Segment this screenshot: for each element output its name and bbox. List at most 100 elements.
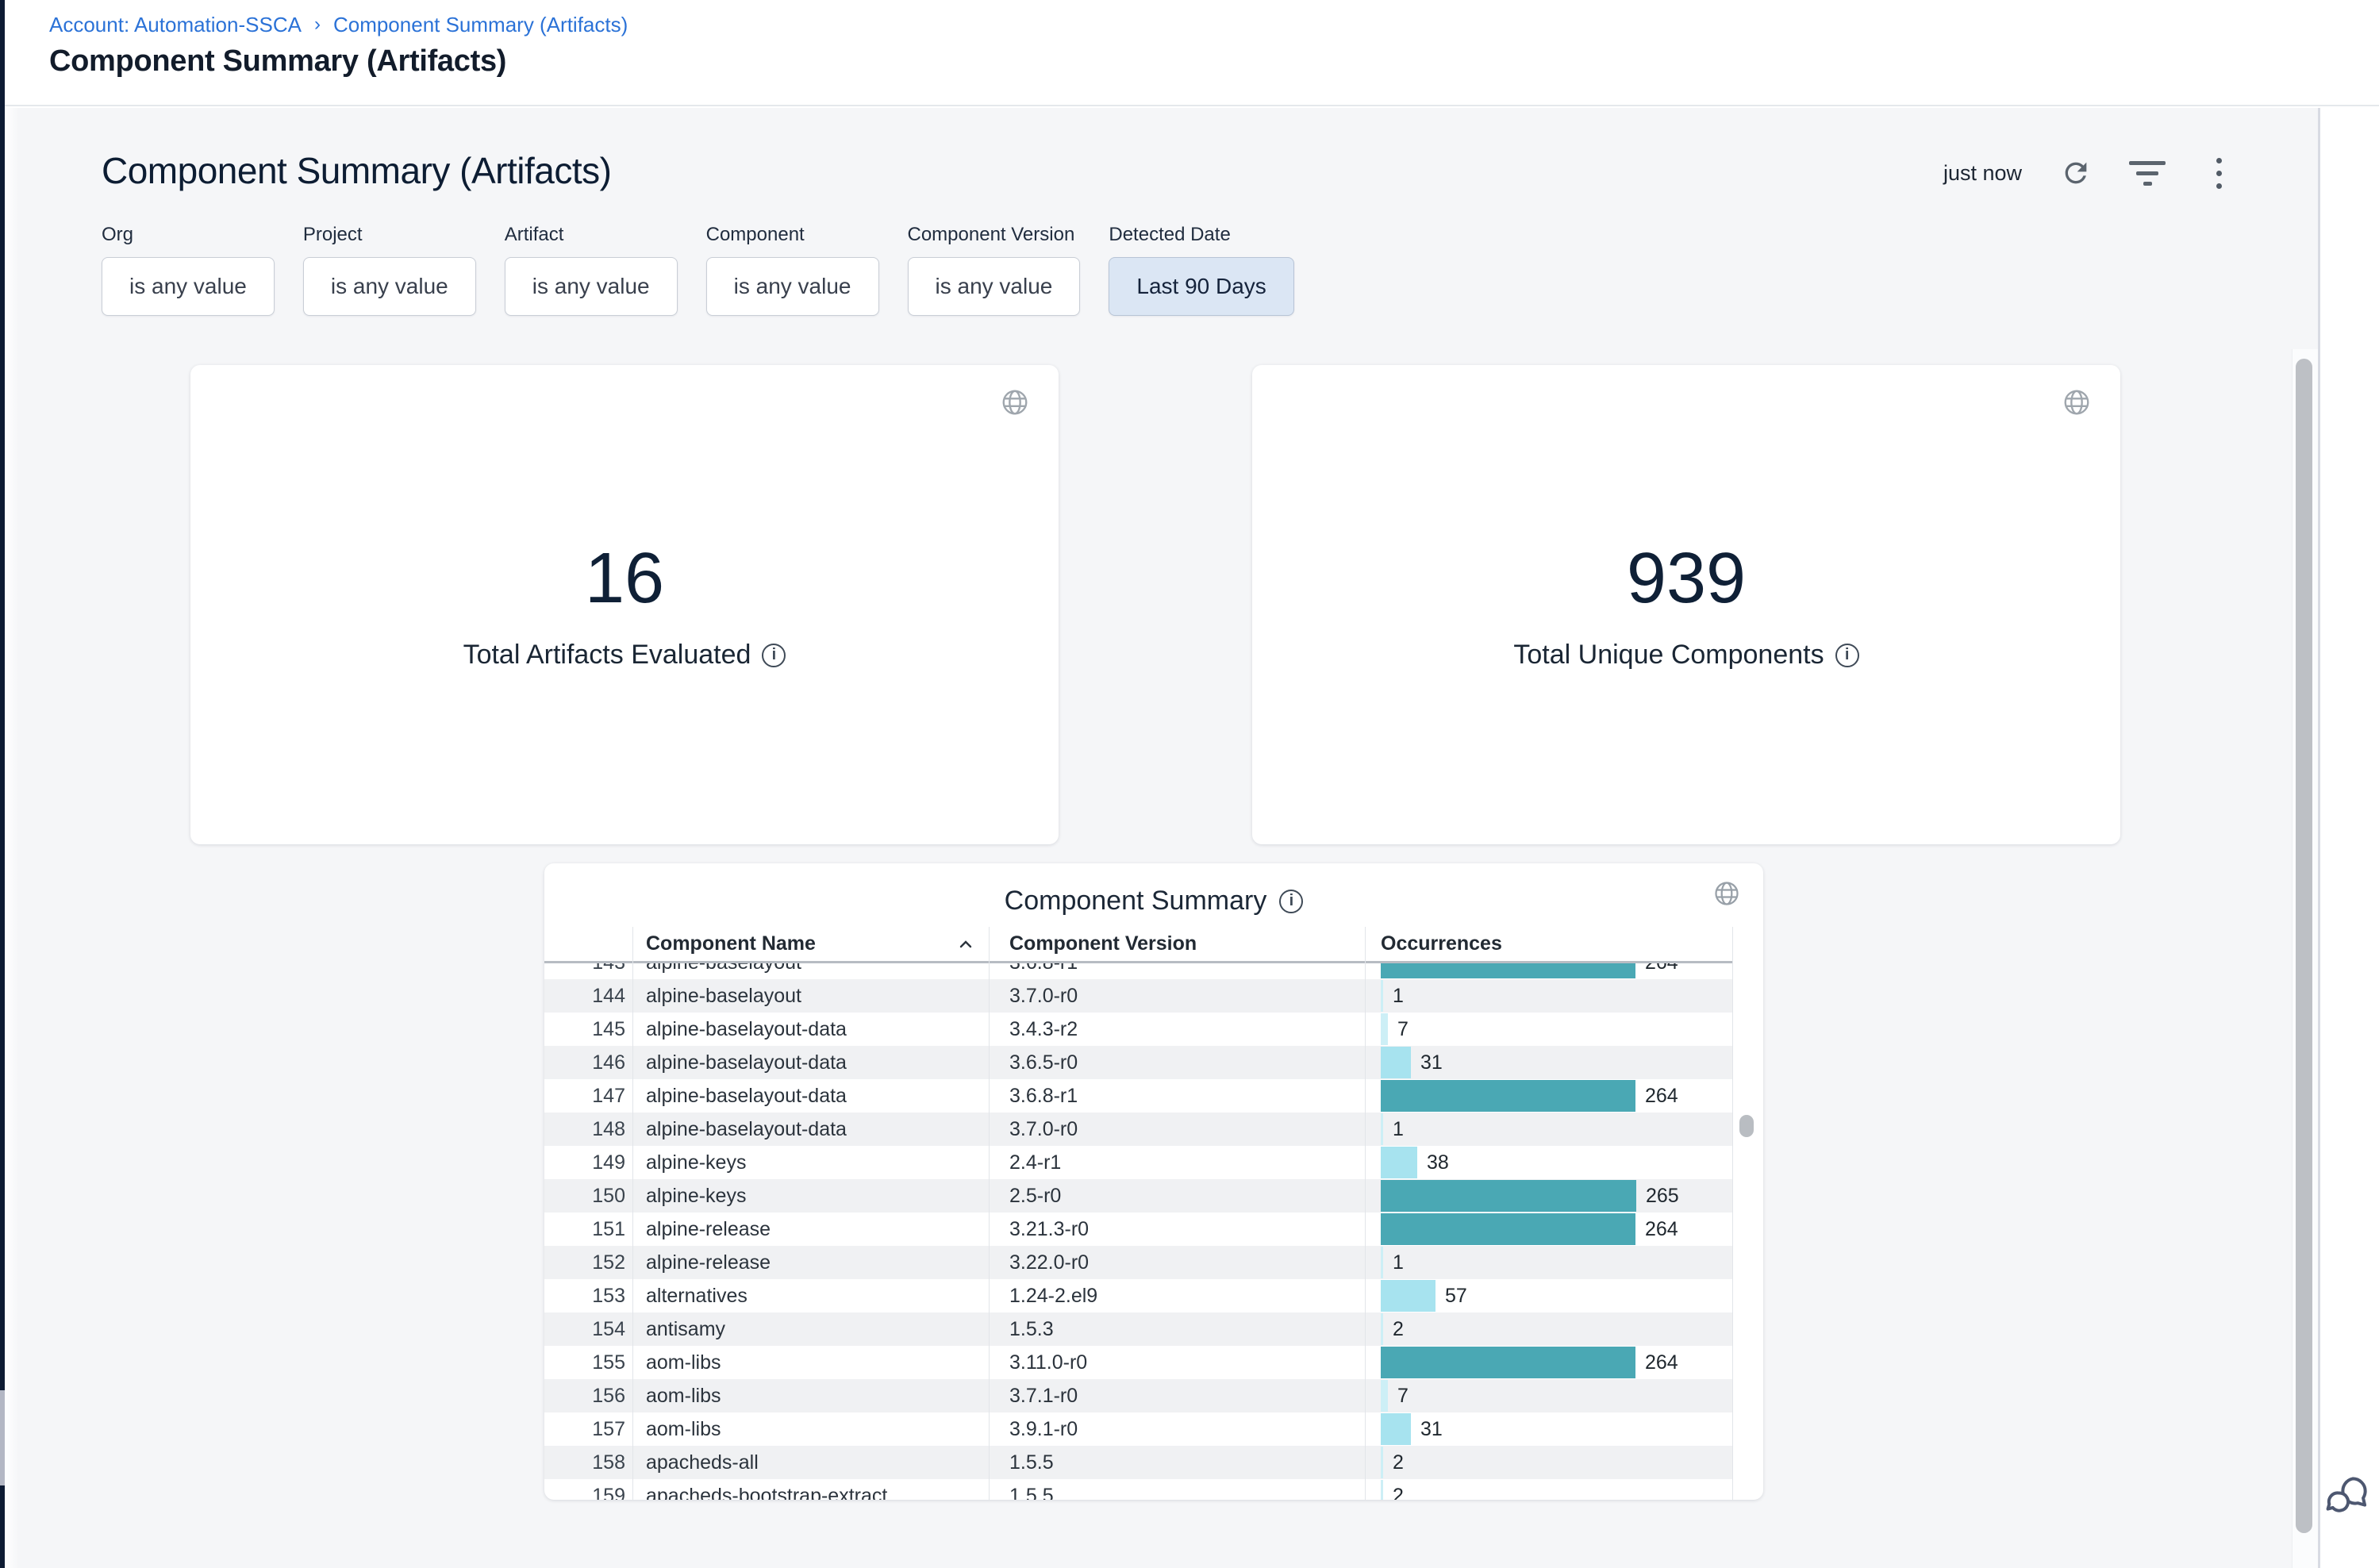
info-icon[interactable]: i [1835,644,1859,667]
refresh-button[interactable] [2058,156,2093,190]
occurrences-bar [1381,1013,1388,1045]
cell-row-number: 146 [544,1046,625,1079]
occurrences-bar [1381,1380,1388,1412]
cell-occurrences-value: 264 [1645,963,1678,979]
column-header-component-version[interactable]: Component Version [1009,927,1197,961]
cell-occurrences-value: 31 [1420,1046,1443,1079]
table-title-row: Component Summary i [544,886,1763,917]
page-scrollbar-thumb[interactable] [2296,359,2312,1533]
filter-label: Org [102,224,275,246]
occurrences-bar [1381,1413,1411,1445]
occurrences-bar [1381,980,1383,1012]
table-row: 145alpine-baselayout-data3.4.3-r27 [544,1013,1732,1046]
cell-component-name: aom-libs [646,1412,721,1446]
cell-component-version: 2.5-r0 [1009,1179,1061,1213]
filter-label: Component [706,224,879,246]
table-row: 156aom-libs3.7.1-r07 [544,1379,1732,1412]
occurrences-bar [1381,1213,1635,1245]
stat-card-total-unique-components: 939 Total Unique Components i [1252,365,2120,844]
refresh-icon [2060,157,2092,189]
cell-row-number: 155 [544,1346,625,1379]
cell-occurrences-value: 264 [1645,1213,1678,1246]
occurrences-bar [1381,1180,1636,1212]
left-nav-scrollbar-thumb[interactable] [0,1390,5,1485]
table-row: 151alpine-release3.21.3-r0264 [544,1213,1732,1246]
cell-row-number: 154 [544,1312,625,1346]
filter-value-button-component[interactable]: is any value [706,257,879,316]
column-divider [989,927,990,1500]
filter-group-component-version: Component Version is any value [908,224,1081,316]
filter-value-button-detected-date[interactable]: Last 90 Days [1109,257,1293,316]
cell-occurrences-value: 7 [1397,1379,1409,1412]
info-icon[interactable]: i [762,644,786,667]
breadcrumb-account-link[interactable]: Account: Automation-SSCA [49,13,302,37]
cell-component-version: 3.7.0-r0 [1009,1113,1078,1146]
cell-occurrences-value: 265 [1646,1179,1679,1213]
cell-component-name: apacheds-all [646,1446,759,1479]
cell-row-number: 156 [544,1379,625,1412]
cell-component-version: 2.4-r1 [1009,1146,1061,1179]
cell-component-version: 3.6.8-r1 [1009,1079,1078,1113]
table-row: 155 aom-libs 3.11.0-r0 264 [544,1346,1732,1379]
occurrences-bar [1381,1347,1635,1378]
cell-occurrences-value: 1 [1393,1246,1404,1279]
filter-value-button-artifact[interactable]: is any value [505,257,678,316]
stat-label-row: Total Artifacts Evaluated i [190,640,1059,671]
dashboard-actions-button[interactable] [2201,156,2236,190]
cell-component-name: antisamy [646,1312,725,1346]
table-row: 144alpine-baselayout3.7.0-r01 [544,979,1732,1013]
cell-component-name: aom-libs [646,1379,721,1412]
table-row: 153alternatives1.24-2.el957 [544,1279,1732,1312]
stat-label-row: Total Unique Components i [1252,640,2120,671]
cell-component-version: 3.9.1-r0 [1009,1412,1078,1446]
chat-help-button[interactable] [2322,1470,2374,1522]
cell-occurrences-value: 264 [1645,1346,1678,1379]
sort-asc-icon[interactable] [956,935,975,954]
cell-component-name: alpine-keys [646,1179,746,1213]
occurrences-bar [1381,1080,1635,1112]
cell-occurrences-value: 38 [1427,1146,1449,1179]
filter-group-org: Org is any value [102,224,275,316]
stat-value: 16 [190,538,1059,620]
filter-value-button-project[interactable]: is any value [303,257,476,316]
cell-row-number: 147 [544,1079,625,1113]
filter-group-detected-date: Detected Date Last 90 Days [1109,224,1293,316]
table-row: 147alpine-baselayout-data3.6.8-r1264 [544,1079,1732,1113]
cell-occurrences-value: 2 [1393,1446,1404,1479]
cell-component-version: 3.7.0-r0 [1009,979,1078,1013]
cell-occurrences-value: 1 [1393,1113,1404,1146]
cell-component-name: aom-libs [646,1346,721,1379]
occurrences-bar [1381,1147,1417,1178]
dashboard-controls: just now [1943,156,2236,190]
column-header-occurrences[interactable]: Occurrences [1381,927,1502,961]
filter-label: Artifact [505,224,678,246]
cell-component-version: 3.11.0-r0 [1009,1346,1087,1379]
filter-label: Component Version [908,224,1081,246]
column-divider [1732,927,1733,1500]
left-nav-rail [0,0,5,1568]
component-summary-table-card: Component Summary i Component Name Compo… [544,863,1763,1500]
table-row: 146alpine-baselayout-data3.6.5-r031 [544,1046,1732,1079]
filters-button[interactable] [2130,156,2165,190]
cell-occurrences-value: 7 [1397,1013,1409,1046]
breadcrumb-page-link[interactable]: Component Summary (Artifacts) [333,13,628,37]
page-scrollbar-track[interactable] [2292,349,2318,1568]
stat-label: Total Artifacts Evaluated [463,640,751,671]
table-row: 152alpine-release3.22.0-r01 [544,1246,1732,1279]
info-icon[interactable]: i [1279,890,1303,913]
cell-component-version: 1.24-2.el9 [1009,1279,1097,1312]
occurrences-bar [1381,1313,1383,1345]
cell-occurrences-value: 2 [1393,1312,1404,1346]
filter-value-button-component-version[interactable]: is any value [908,257,1081,316]
filter-group-project: Projectis any value [303,224,476,316]
cell-component-version: 3.22.0-r0 [1009,1246,1089,1279]
right-gutter [2318,108,2379,1568]
table-scrollbar-thumb[interactable] [1739,1115,1754,1137]
column-header-component-name[interactable]: Component Name [646,927,816,961]
filter-value-button-org[interactable]: is any value [102,257,275,316]
filter-label: Detected Date [1109,224,1293,246]
cell-row-number: 158 [544,1446,625,1479]
globe-icon [1000,387,1030,417]
filter-bar: Orgis any valueProjectis any valueArtifa… [102,224,1294,316]
occurrences-bar [1381,1047,1411,1078]
